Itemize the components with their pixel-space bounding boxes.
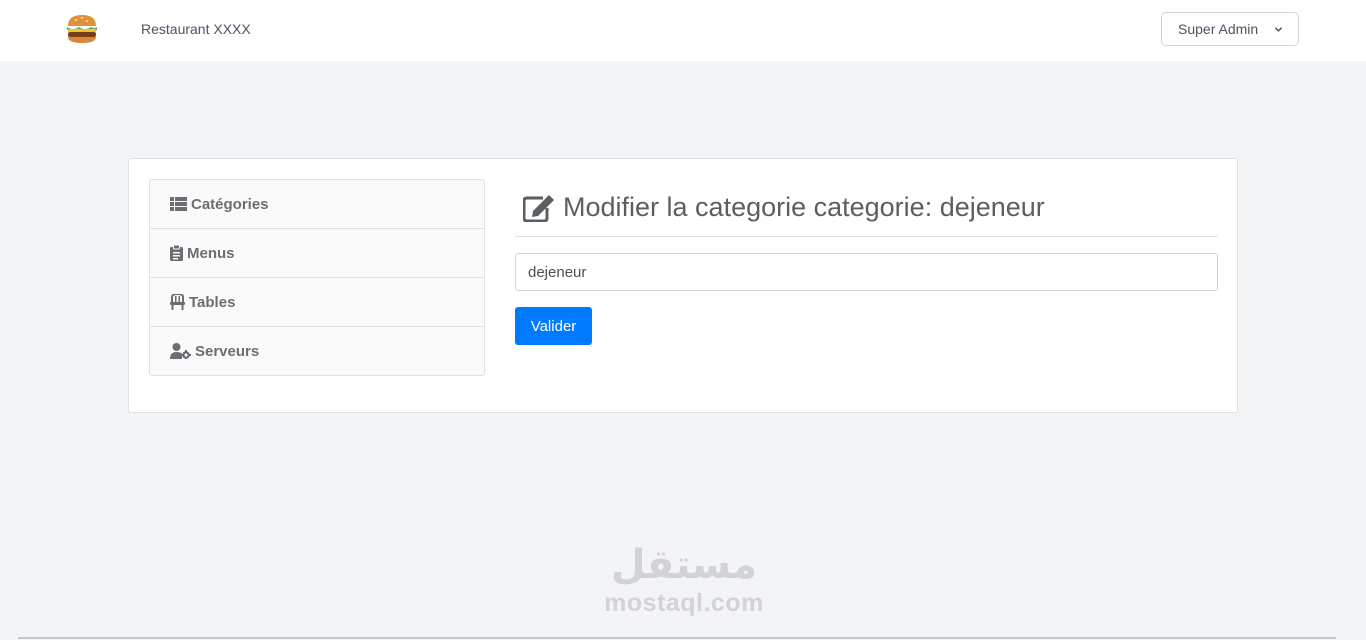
sidebar-item-tables[interactable]: Tables bbox=[150, 278, 484, 327]
brand-name[interactable]: Restaurant XXXX bbox=[141, 21, 251, 37]
sidebar-item-categories[interactable]: Catégories bbox=[150, 180, 484, 229]
burger-icon[interactable] bbox=[65, 13, 99, 45]
watermark-arabic: مستقل bbox=[610, 542, 758, 588]
sidebar-item-serveurs[interactable]: Serveurs bbox=[150, 327, 484, 375]
sidebar-item-label: Menus bbox=[187, 244, 235, 262]
divider bbox=[18, 637, 1336, 639]
sidebar-menu: Catégories Menus Tables Serveurs bbox=[149, 179, 485, 376]
th-list-icon bbox=[170, 197, 187, 211]
page-header: Modifier la categorie categorie: dejeneu… bbox=[515, 179, 1218, 237]
watermark-latin: mostaql.com bbox=[604, 589, 764, 617]
watermark: مستقل mostaql.com bbox=[600, 540, 768, 616]
top-navbar: Restaurant XXXX Super Admin bbox=[0, 0, 1366, 61]
category-name-input[interactable] bbox=[515, 253, 1218, 291]
user-cog-icon bbox=[170, 343, 191, 359]
sidebar-item-label: Catégories bbox=[191, 195, 269, 213]
chair-icon bbox=[170, 294, 185, 310]
edit-icon bbox=[523, 194, 554, 222]
edit-category-form: Modifier la categorie categorie: dejeneu… bbox=[515, 179, 1218, 345]
user-dropdown-button[interactable]: Super Admin bbox=[1161, 12, 1299, 46]
content-card: Catégories Menus Tables Serveurs Modifie… bbox=[128, 158, 1238, 413]
sidebar-item-menus[interactable]: Menus bbox=[150, 229, 484, 278]
chevron-down-icon bbox=[1274, 27, 1283, 32]
page-title: Modifier la categorie categorie: dejeneu… bbox=[563, 192, 1045, 222]
user-menu-label: Super Admin bbox=[1178, 21, 1259, 37]
sidebar-item-label: Serveurs bbox=[195, 342, 260, 360]
sidebar-item-label: Tables bbox=[189, 293, 236, 311]
clipboard-icon bbox=[170, 245, 183, 261]
submit-button[interactable]: Valider bbox=[515, 307, 592, 345]
